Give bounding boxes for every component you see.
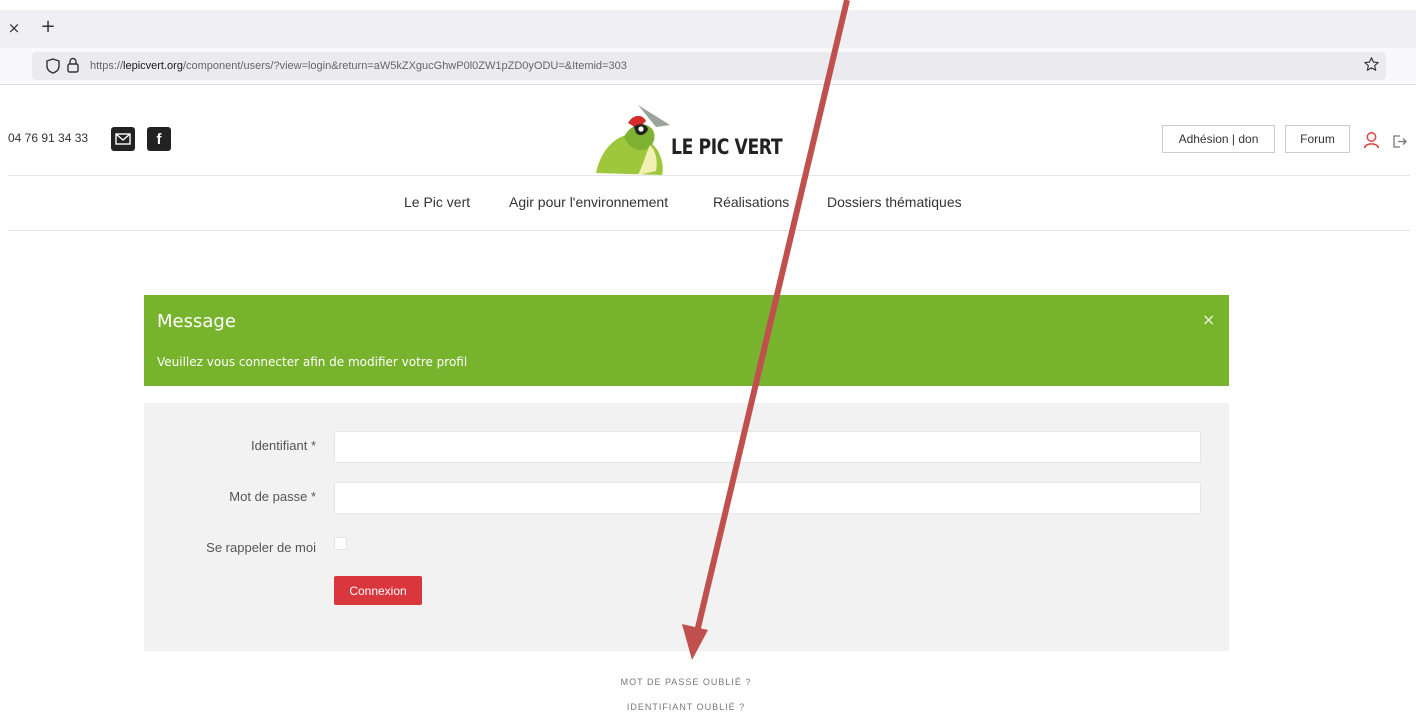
url-text[interactable]: https://lepicvert.org/component/users/?v…: [90, 60, 627, 72]
forgot-username-link[interactable]: IDENTIFIANT OUBLIÉ ?: [0, 702, 1372, 712]
star-icon[interactable]: [1363, 56, 1380, 73]
nav-item-dossiers[interactable]: Dossiers thématiques: [827, 194, 962, 210]
password-input[interactable]: [334, 482, 1201, 514]
login-button[interactable]: Connexion: [334, 576, 422, 605]
mail-icon[interactable]: [111, 127, 135, 151]
nav-divider: [8, 230, 1410, 231]
phone-number[interactable]: 04 76 91 34 33: [8, 131, 88, 145]
forum-button[interactable]: Forum: [1285, 125, 1350, 153]
password-label: Mot de passe *: [229, 489, 316, 504]
forgot-password-link[interactable]: MOT DE PASSE OUBLIÉ ?: [0, 677, 1372, 687]
remember-label: Se rappeler de moi: [206, 540, 316, 555]
nav-item-le-pic-vert[interactable]: Le Pic vert: [404, 194, 470, 210]
username-label: Identifiant *: [250, 438, 316, 453]
shield-icon[interactable]: [46, 58, 60, 74]
facebook-glyph: f: [156, 130, 162, 148]
nav-item-agir[interactable]: Agir pour l'environnement: [509, 194, 668, 210]
alert-message: Message Veuillez vous connecter afin de …: [144, 295, 1229, 386]
browser-tab-bar: [0, 0, 1416, 48]
header-divider: [8, 175, 1410, 176]
url-scheme: https://: [90, 60, 124, 72]
lock-icon[interactable]: [66, 57, 80, 73]
alert-title: Message: [157, 311, 236, 332]
membership-button[interactable]: Adhésion | don: [1162, 125, 1275, 153]
facebook-icon[interactable]: f: [147, 127, 171, 151]
close-icon[interactable]: ×: [1202, 310, 1215, 329]
new-tab-icon[interactable]: +: [38, 17, 58, 37]
login-form: Identifiant * Mot de passe * Se rappeler…: [144, 403, 1229, 651]
remember-checkbox[interactable]: [334, 537, 347, 550]
username-input[interactable]: [334, 431, 1201, 463]
logo-text: LE PIC VERT: [671, 135, 783, 159]
close-tab-icon[interactable]: ×: [4, 18, 24, 38]
logout-icon[interactable]: [1392, 134, 1407, 149]
tab-strip: [0, 10, 1416, 48]
nav-item-realisations[interactable]: Réalisations: [713, 194, 789, 210]
user-icon[interactable]: [1363, 131, 1380, 149]
url-path: /component/users/?view=login&return=aW5k…: [182, 60, 627, 72]
url-domain: lepicvert.org: [123, 60, 183, 72]
alert-text: Veuillez vous connecter afin de modifier…: [157, 355, 468, 369]
